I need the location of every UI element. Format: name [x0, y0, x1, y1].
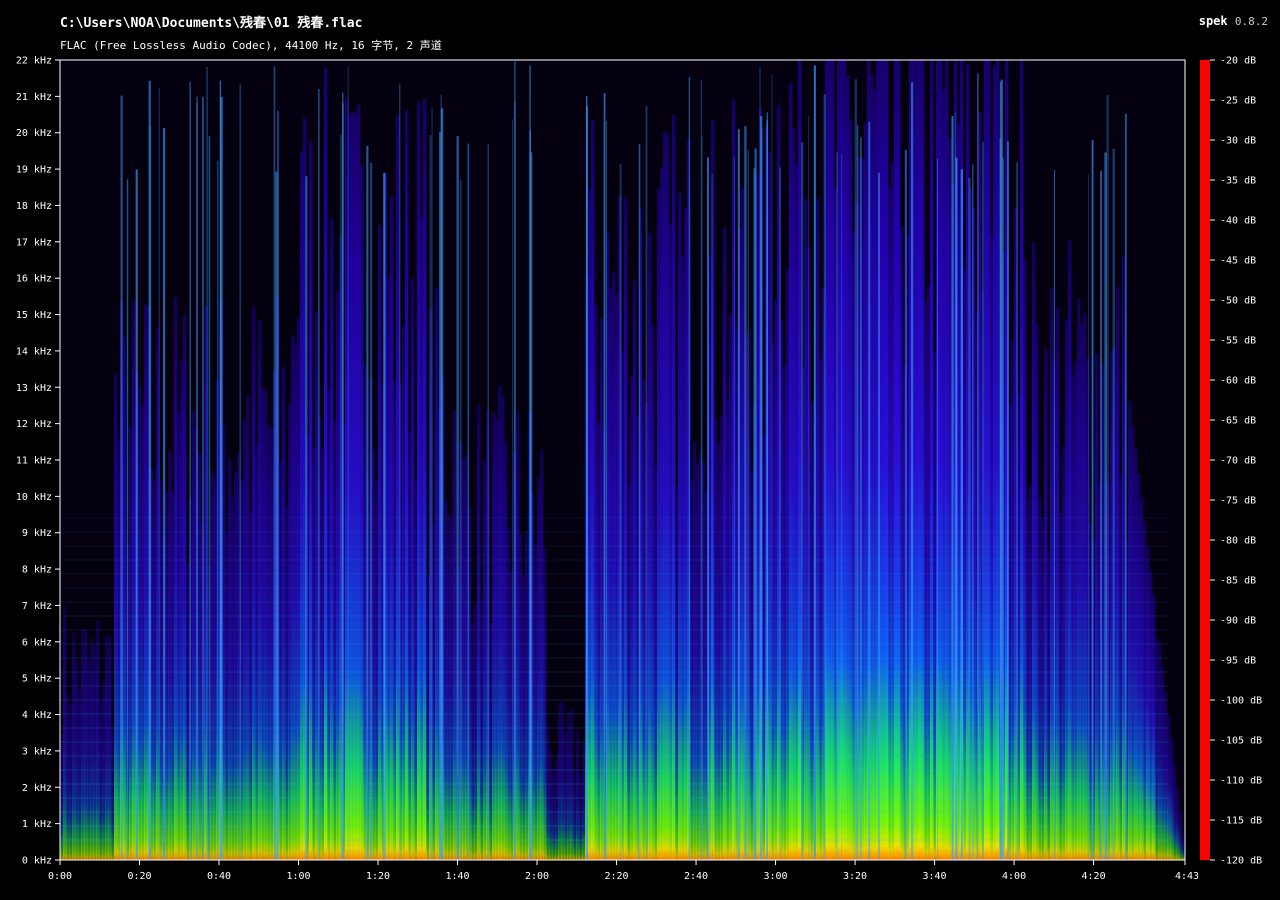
spectrogram-image: [60, 60, 1186, 861]
freq-tick-label: 1 kHz: [22, 819, 52, 830]
freq-tick-label: 15 kHz: [16, 310, 52, 321]
freq-tick-label: 9 kHz: [22, 528, 52, 539]
time-tick-label: 3:40: [923, 871, 947, 882]
freq-tick-label: 6 kHz: [22, 637, 52, 648]
db-tick-label: -95 dB: [1220, 656, 1256, 667]
db-tick-label: -30 dB: [1220, 136, 1256, 147]
time-tick-label: 4:20: [1082, 871, 1106, 882]
spectrogram-view[interactable]: 0 kHz 1 kHz 2 kHz 3 kHz 4 kHz 5 kHz 6 kHz 7 kHz…: [0, 0, 1280, 900]
db-tick-label: -110 dB: [1220, 776, 1262, 787]
freq-tick-label: 2 kHz: [22, 783, 52, 794]
time-tick-label: 3:00: [764, 871, 788, 882]
freq-tick-label: 10 kHz: [16, 492, 52, 503]
db-tick-label: -35 dB: [1220, 176, 1256, 187]
time-tick-label: 0:20: [127, 871, 151, 882]
time-tick-label: 0:40: [207, 871, 231, 882]
db-tick-label: -55 dB: [1220, 336, 1256, 347]
db-tick-label: -105 dB: [1220, 736, 1262, 747]
time-tick-label: 2:00: [525, 871, 549, 882]
db-tick-label: -85 dB: [1220, 576, 1256, 587]
freq-tick-label: 17 kHz: [16, 237, 52, 248]
db-tick-label: -100 dB: [1220, 696, 1262, 707]
freq-tick-label: 0 kHz: [22, 856, 52, 867]
freq-tick-label: 18 kHz: [16, 201, 52, 212]
freq-tick-label: 13 kHz: [16, 383, 52, 394]
db-color-scale: -20 dB -25 dB -30 dB -35 dB -40 dB -45 dB -50 …: [1200, 56, 1262, 867]
freq-tick-label: 4 kHz: [22, 710, 52, 721]
time-tick-label: 0:00: [48, 871, 72, 882]
freq-tick-label: 19 kHz: [16, 165, 52, 176]
time-end-label: 4:43: [1175, 871, 1199, 882]
time-tick-label: 2:20: [604, 871, 628, 882]
freq-tick-label: 14 kHz: [16, 346, 52, 357]
db-tick-label: -45 dB: [1220, 256, 1256, 267]
freq-tick-label: 5 kHz: [22, 674, 52, 685]
time-axis: 0:00 0:20 0:40 1:00 1:20 1:40 2:00 2:20 2:40 3:00…: [48, 860, 1199, 882]
db-tick-label: -80 dB: [1220, 536, 1256, 547]
db-tick-label: -120 dB: [1220, 856, 1262, 867]
freq-tick-label: 11 kHz: [16, 456, 52, 467]
time-tick-label: 1:20: [366, 871, 390, 882]
db-color-bar: [1200, 60, 1210, 860]
db-tick-label: -40 dB: [1220, 216, 1256, 227]
time-tick-label: 3:20: [843, 871, 867, 882]
freq-tick-label: 7 kHz: [22, 601, 52, 612]
time-tick-label: 4:00: [1002, 871, 1026, 882]
db-tick-label: -115 dB: [1220, 816, 1262, 827]
db-tick-label: -90 dB: [1220, 616, 1256, 627]
freq-tick-label: 12 kHz: [16, 419, 52, 430]
time-tick-label: 1:40: [445, 871, 469, 882]
freq-tick-label: 8 kHz: [22, 565, 52, 576]
db-tick-label: -50 dB: [1220, 296, 1256, 307]
db-tick-label: -25 dB: [1220, 96, 1256, 107]
db-tick-label: -70 dB: [1220, 456, 1256, 467]
db-tick-label: -20 dB: [1220, 56, 1256, 67]
db-tick-label: -65 dB: [1220, 416, 1256, 427]
time-tick-label: 1:00: [286, 871, 310, 882]
freq-tick-label: 22 kHz: [16, 56, 52, 67]
freq-tick-label: 20 kHz: [16, 128, 52, 139]
time-tick-label: 2:40: [684, 871, 708, 882]
frequency-axis: 0 kHz 1 kHz 2 kHz 3 kHz 4 kHz 5 kHz 6 kHz 7 kHz…: [16, 56, 60, 867]
db-tick-label: -75 dB: [1220, 496, 1256, 507]
freq-tick-label: 3 kHz: [22, 746, 52, 757]
freq-tick-label: 21 kHz: [16, 92, 52, 103]
freq-tick-label: 16 kHz: [16, 274, 52, 285]
db-tick-label: -60 dB: [1220, 376, 1256, 387]
